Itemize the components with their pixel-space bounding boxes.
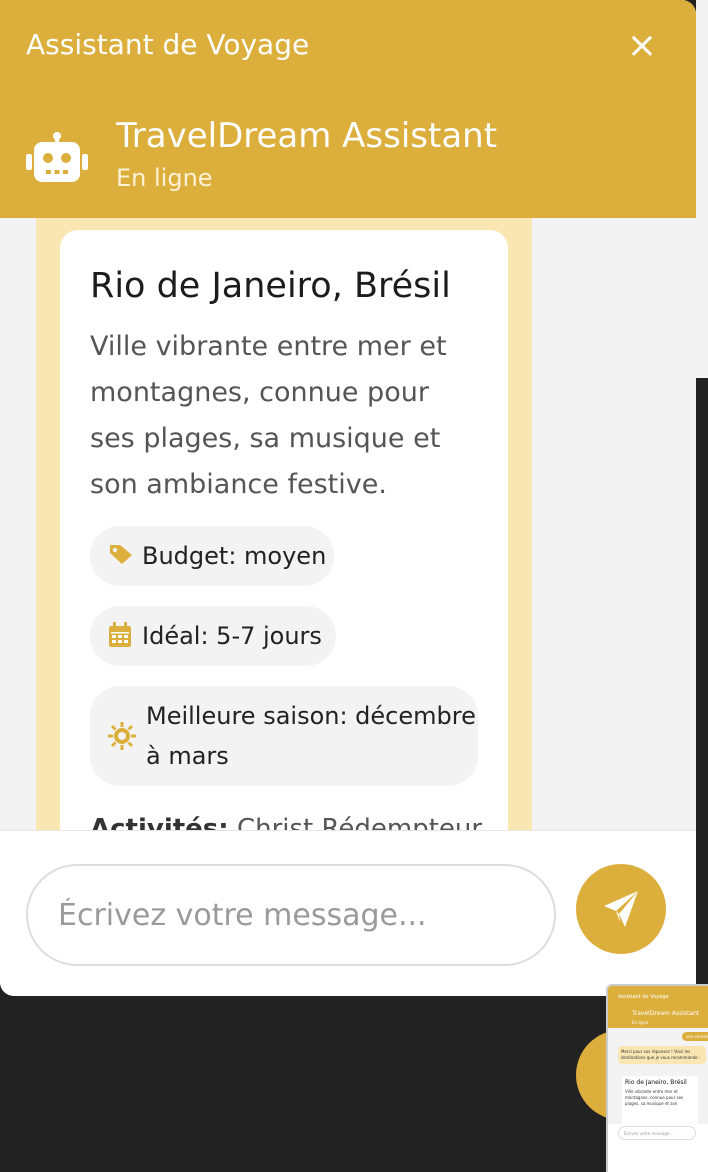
activities-text: Christ Rédempteur (236, 814, 483, 830)
preview-card: Rio de Janeiro, Brésil Ville vibrante en… (622, 1076, 698, 1124)
robot-icon (26, 132, 88, 182)
preview-card-desc: Ville vibrante entre mer et montagnes, c… (625, 1089, 684, 1106)
message-input[interactable] (26, 864, 556, 966)
activities-row: Activités: Christ Rédempteur (90, 814, 482, 830)
preview-title: Assistant de Voyage (618, 994, 669, 1000)
season-text-line1: Meilleure saison: décembre (146, 702, 476, 730)
season-text-line2: à mars (146, 742, 229, 770)
agent-header: TravelDream Assistant En ligne (0, 94, 696, 218)
chat-messages[interactable]: Rio de Janeiro, Brésil Ville vibrante en… (0, 218, 696, 830)
preview-agent-status: En ligne (632, 1020, 649, 1025)
preview-title-bar: Assistant de Voyage (608, 986, 708, 1006)
activities-label: Activités: (90, 814, 229, 830)
send-button[interactable] (576, 864, 666, 954)
composer (0, 830, 696, 996)
widget-title: Assistant de Voyage (26, 28, 310, 61)
preview-chat: une semain Merci pour vos réponses ! Voi… (608, 1028, 708, 1124)
close-icon[interactable]: × (626, 28, 658, 64)
widget-preview-thumbnail: Assistant de Voyage TravelDream Assistan… (606, 984, 708, 1172)
budget-tag: Budget: moyen (90, 526, 334, 586)
sun-icon (108, 722, 136, 750)
destination-title: Rio de Janeiro, Brésil (90, 266, 451, 306)
widget-header: Assistant de Voyage × (0, 0, 696, 94)
preview-card-title: Rio de Janeiro, Brésil (625, 1079, 687, 1086)
duration-tag: Idéal: 5-7 jours (90, 606, 336, 666)
agent-name: TravelDream Assistant (116, 116, 498, 156)
calendar-icon (109, 622, 131, 647)
destination-description: Ville vibrante entre mer et montagnes, c… (90, 331, 447, 500)
page-background-strip (696, 0, 708, 378)
preview-agent-bar: TravelDream Assistant En ligne (608, 1006, 708, 1028)
chat-widget: Assistant de Voyage × TravelDream Assist… (0, 0, 696, 996)
agent-status: En ligne (116, 164, 213, 192)
preview-agent-name: TravelDream Assistant (632, 1010, 700, 1017)
tag-icon (110, 545, 132, 564)
duration-text: Idéal: 5-7 jours (142, 622, 322, 650)
paper-plane-icon (604, 891, 638, 927)
season-tag: Meilleure saison: décembre à mars (90, 686, 478, 786)
preview-reply: Merci pour vos réponses ! Voici les dest… (618, 1046, 706, 1064)
preview-user-message: une semain (682, 1032, 708, 1041)
budget-text: Budget: moyen (142, 542, 327, 570)
destination-card: Rio de Janeiro, Brésil Ville vibrante en… (60, 230, 508, 830)
preview-input: Écrivez votre message... (618, 1126, 696, 1140)
